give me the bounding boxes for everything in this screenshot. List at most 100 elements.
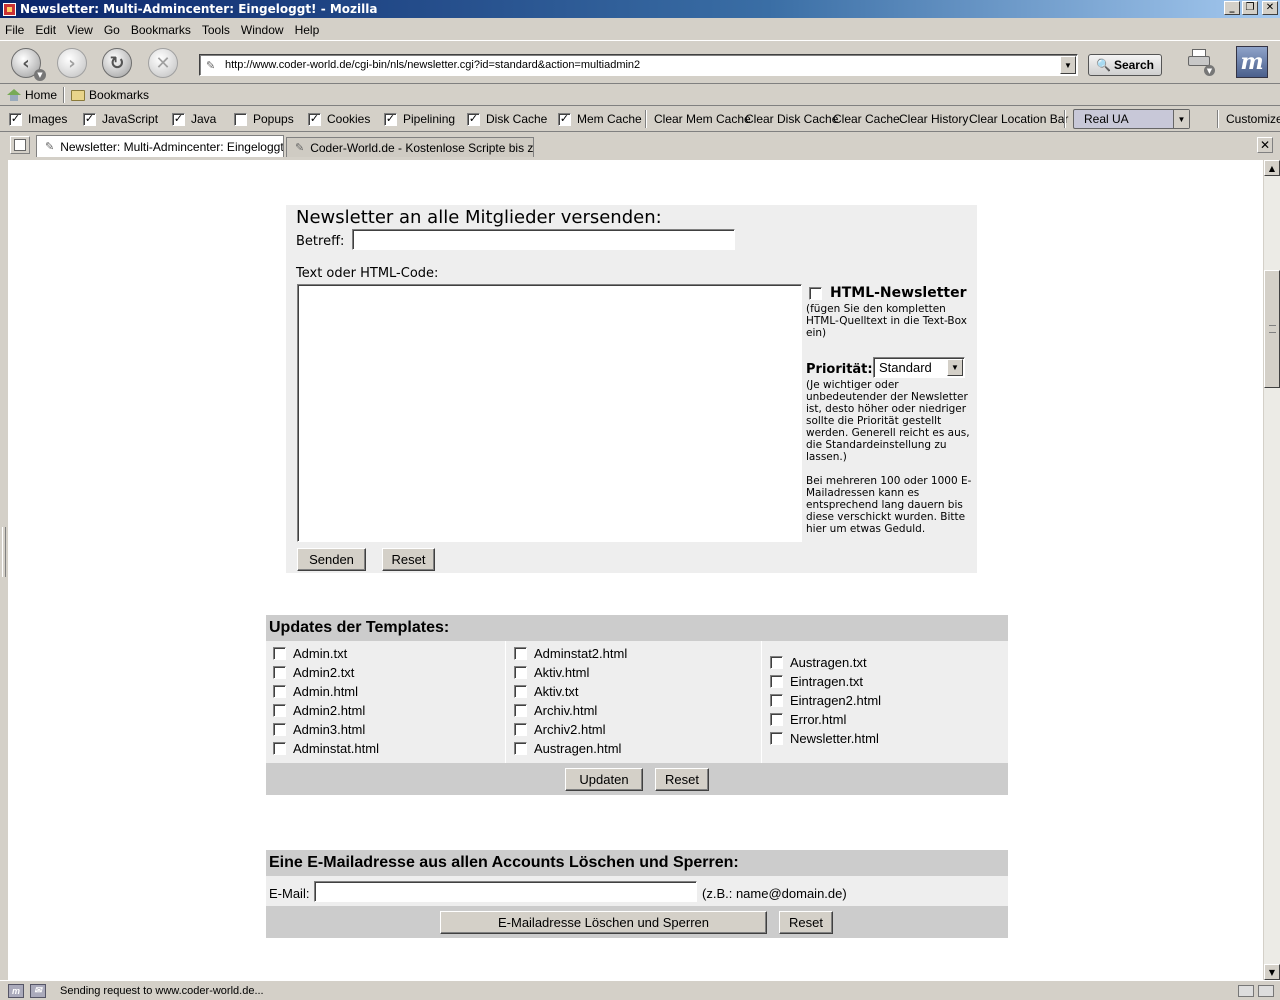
menu-view[interactable]: View — [67, 23, 93, 37]
pref-mem-cache[interactable]: ✓ Mem Cache — [558, 112, 642, 126]
template-item[interactable]: Eintragen.txt — [770, 674, 863, 689]
url-text[interactable]: http://www.coder-world.de/cgi-bin/nls/ne… — [225, 59, 1060, 71]
template-checkbox[interactable] — [273, 647, 286, 660]
template-item[interactable]: Archiv.html — [514, 703, 597, 718]
pref-disk-cache[interactable]: ✓ Disk Cache — [467, 112, 547, 126]
template-item[interactable]: Admin.html — [273, 684, 358, 699]
tab-coder-world[interactable]: ✎ Coder-World.de - Kostenlose Scripte bi… — [286, 137, 534, 157]
tab-newsletter[interactable]: ✎ Newsletter: Multi-Admincenter: Eingelo… — [36, 135, 284, 157]
close-window-button[interactable]: ✕ — [1262, 1, 1278, 15]
template-checkbox[interactable] — [273, 742, 286, 755]
template-item[interactable]: Newsletter.html — [770, 731, 879, 746]
print-dropdown-icon[interactable]: ▼ — [1204, 65, 1215, 76]
pref-cookies[interactable]: ✓ Cookies — [308, 112, 370, 126]
template-checkbox[interactable] — [770, 675, 783, 688]
menu-go[interactable]: Go — [104, 23, 120, 37]
clear-mem-cache-button[interactable]: Clear Mem Cache — [654, 112, 751, 126]
mail-icon[interactable]: ✉ — [30, 983, 46, 998]
sidebar-grippy[interactable] — [0, 157, 8, 980]
menu-file[interactable]: File — [5, 23, 24, 37]
clear-disk-cache-button[interactable]: Clear Disk Cache — [745, 112, 838, 126]
user-agent-select[interactable]: Real UA ▼ — [1073, 109, 1190, 129]
vertical-scrollbar[interactable]: ▲ ▼ — [1264, 160, 1280, 980]
template-checkbox[interactable] — [514, 666, 527, 679]
template-checkbox[interactable] — [514, 685, 527, 698]
template-checkbox[interactable] — [514, 742, 527, 755]
template-checkbox[interactable] — [770, 732, 783, 745]
delete-email-button[interactable]: E-Mailadresse Löschen und Sperren — [440, 911, 767, 934]
template-item[interactable]: Adminstat.html — [273, 741, 379, 756]
update-templates-button[interactable]: Updaten — [565, 768, 643, 791]
clear-cache-button[interactable]: Clear Cache — [833, 112, 900, 126]
menu-bookmarks[interactable]: Bookmarks — [131, 23, 191, 37]
pref-javascript[interactable]: ✓ JavaScript — [83, 112, 158, 126]
print-button[interactable]: ▼ — [1186, 48, 1215, 76]
pref-java[interactable]: ✓ Java — [172, 112, 216, 126]
stop-button[interactable]: ✕ — [148, 48, 178, 78]
menu-tools[interactable]: Tools — [202, 23, 230, 37]
pref-javascript-checkbox[interactable]: ✓ — [83, 112, 96, 126]
bookmarks-button[interactable]: Bookmarks — [67, 88, 153, 102]
pref-popups[interactable]: Popups — [234, 112, 294, 126]
home-button[interactable]: Home — [3, 88, 61, 102]
pref-mem-cache-checkbox[interactable]: ✓ — [558, 112, 571, 126]
template-item[interactable]: Admin.txt — [273, 646, 347, 661]
template-item[interactable]: Aktiv.txt — [514, 684, 579, 699]
template-checkbox[interactable] — [770, 694, 783, 707]
forward-button[interactable]: › — [57, 48, 87, 78]
back-button[interactable]: ‹ ▼ — [11, 48, 46, 81]
template-item[interactable]: Admin2.txt — [273, 665, 354, 680]
scroll-up-button[interactable]: ▲ — [1264, 160, 1280, 176]
template-item[interactable]: Archiv2.html — [514, 722, 606, 737]
search-button[interactable]: 🔍 Search — [1088, 54, 1162, 76]
template-item[interactable]: Admin3.html — [273, 722, 365, 737]
pref-cookies-checkbox[interactable]: ✓ — [308, 112, 321, 126]
pref-popups-checkbox[interactable] — [234, 112, 247, 126]
template-checkbox[interactable] — [770, 656, 783, 669]
template-checkbox[interactable] — [770, 713, 783, 726]
pref-images-checkbox[interactable]: ✓ — [9, 112, 22, 126]
url-bar[interactable]: ✎ http://www.coder-world.de/cgi-bin/nls/… — [199, 54, 1078, 76]
templates-reset-button[interactable]: Reset — [655, 768, 709, 791]
pref-java-checkbox[interactable]: ✓ — [172, 112, 185, 126]
minimize-button[interactable]: _ — [1224, 1, 1240, 15]
template-item[interactable]: Admin2.html — [273, 703, 365, 718]
template-item[interactable]: Austragen.html — [514, 741, 621, 756]
template-item[interactable]: Aktiv.html — [514, 665, 589, 680]
menu-edit[interactable]: Edit — [35, 23, 56, 37]
pref-disk-cache-checkbox[interactable]: ✓ — [467, 112, 480, 126]
template-item[interactable]: Error.html — [770, 712, 846, 727]
pref-pipelining-checkbox[interactable]: ✓ — [384, 112, 397, 126]
grippy-handle[interactable] — [2, 527, 6, 577]
pref-images[interactable]: ✓ Images — [9, 112, 67, 126]
template-item[interactable]: Eintragen2.html — [770, 693, 881, 708]
new-tab-button[interactable] — [10, 136, 30, 154]
clear-history-button[interactable]: Clear History — [899, 112, 968, 126]
send-button[interactable]: Senden — [297, 548, 366, 571]
priority-select[interactable]: Standard ▼ — [873, 357, 965, 378]
subject-input[interactable] — [352, 229, 735, 250]
menu-window[interactable]: Window — [241, 23, 284, 37]
newsletter-reset-button[interactable]: Reset — [382, 548, 435, 571]
url-history-dropdown[interactable]: ▼ — [1060, 56, 1076, 74]
scroll-down-button[interactable]: ▼ — [1264, 964, 1280, 980]
online-status-icon[interactable] — [1238, 984, 1254, 997]
template-item[interactable]: Austragen.txt — [770, 655, 867, 670]
html-newsletter-checkbox[interactable] — [809, 287, 822, 300]
template-item[interactable]: Adminstat2.html — [514, 646, 627, 661]
back-dropdown-icon[interactable]: ▼ — [34, 69, 46, 81]
pref-pipelining[interactable]: ✓ Pipelining — [384, 112, 455, 126]
template-checkbox[interactable] — [273, 685, 286, 698]
template-checkbox[interactable] — [273, 666, 286, 679]
scroll-thumb[interactable] — [1264, 270, 1280, 388]
navigator-icon[interactable]: m — [8, 983, 24, 998]
template-checkbox[interactable] — [514, 647, 527, 660]
reload-button[interactable]: ↻ — [102, 48, 132, 78]
close-tab-button[interactable]: ✕ — [1257, 137, 1273, 153]
newsletter-textarea[interactable] — [297, 284, 802, 542]
template-checkbox[interactable] — [273, 704, 286, 717]
restore-button[interactable]: ❐ — [1242, 1, 1258, 15]
menu-help[interactable]: Help — [295, 23, 320, 37]
email-field[interactable] — [314, 881, 697, 902]
email-reset-button[interactable]: Reset — [779, 911, 833, 934]
